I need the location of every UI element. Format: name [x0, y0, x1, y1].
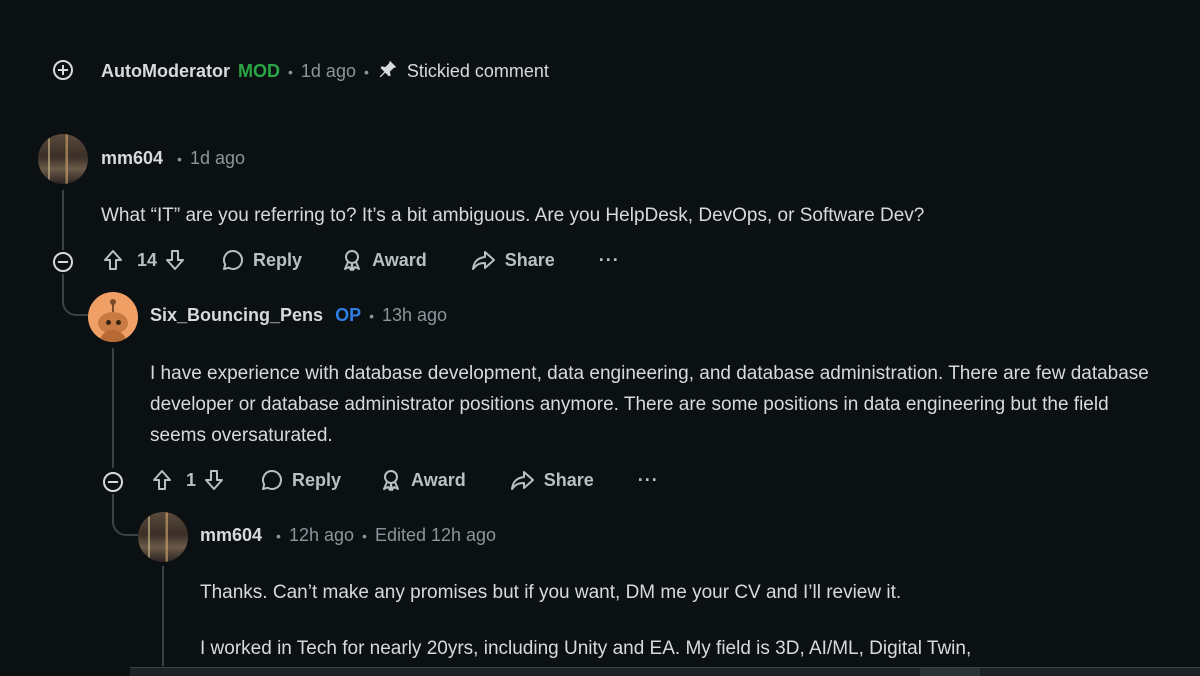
more-options-button[interactable]: ··· — [638, 470, 659, 491]
share-button[interactable]: Share — [510, 468, 594, 492]
snoo-antenna — [112, 302, 114, 312]
downvote-icon — [205, 470, 224, 490]
comment-bubble-icon — [262, 470, 282, 490]
more-options-button[interactable]: ··· — [599, 250, 620, 271]
downvote-icon — [166, 250, 185, 270]
separator-dot: • — [177, 150, 182, 167]
reply-button[interactable]: Reply — [260, 468, 341, 492]
minus-circle-icon — [108, 481, 118, 483]
share-button[interactable]: Share — [471, 248, 555, 272]
award-icon — [344, 250, 361, 271]
separator-dot: • — [288, 63, 293, 80]
vote-count: 14 — [137, 249, 158, 270]
comment-meta-c1: mm604 • 1d ago — [101, 148, 245, 169]
stickied-label: Stickied comment — [406, 61, 549, 81]
thread-line-c1[interactable] — [62, 190, 64, 250]
share-icon — [471, 251, 495, 270]
more-icon: ··· — [637, 469, 659, 490]
separator-dot: • — [276, 527, 281, 544]
username-link[interactable]: Six_Bouncing_Pens — [150, 305, 323, 326]
reply-label: Reply — [253, 249, 303, 270]
share-label: Share — [543, 469, 594, 490]
comment-body: I have experience with database developm… — [150, 363, 1149, 446]
mod-flair: MOD — [238, 61, 280, 81]
collapse-comment-button[interactable] — [103, 472, 123, 492]
comment-actions-c2: 1 Reply Award Share ··· — [150, 468, 659, 492]
award-button[interactable]: Award — [379, 468, 466, 492]
comment-meta-c3: mm604 • 12h ago • Edited 12h ago — [200, 525, 496, 546]
avatar[interactable] — [88, 292, 138, 342]
vote-count: 1 — [186, 469, 197, 490]
upvote-icon — [104, 250, 122, 270]
edited-label: Edited 12h ago — [374, 525, 497, 545]
award-label: Award — [411, 469, 466, 490]
comment-body-paragraph-2: I worked in Tech for nearly 20yrs, inclu… — [200, 638, 972, 659]
op-flair: OP — [335, 305, 362, 325]
downvote-button[interactable] — [163, 248, 187, 272]
timestamp[interactable]: 13h ago — [382, 305, 447, 326]
comment-actions-c1: 14 Reply Award Share ··· — [101, 248, 620, 272]
collapse-comment-button[interactable] — [53, 252, 73, 272]
award-icon — [383, 470, 400, 491]
comment-bubble-icon — [223, 250, 244, 270]
username-link[interactable]: mm604 — [101, 148, 163, 169]
share-label: Share — [504, 249, 555, 270]
thread-line-c2[interactable] — [112, 348, 114, 468]
avatar[interactable] — [38, 134, 88, 184]
avatar[interactable] — [138, 512, 188, 562]
downvote-button[interactable] — [202, 468, 226, 492]
share-icon — [510, 471, 534, 490]
upvote-button[interactable] — [150, 468, 174, 492]
separator-dot: • — [362, 527, 367, 544]
reply-button[interactable]: Reply — [221, 248, 302, 272]
separator-dot: • — [363, 63, 369, 80]
comment-meta-automod: AutoModerator MOD • 1d ago • Stickied co… — [101, 58, 549, 85]
upvote-icon — [153, 470, 171, 490]
minus-circle-icon — [58, 261, 68, 263]
separator-dot: • — [369, 307, 374, 324]
upvote-button[interactable] — [101, 248, 125, 272]
expand-comment-button[interactable] — [53, 60, 73, 80]
more-icon: ··· — [598, 249, 620, 270]
comment-body-paragraph-1: Thanks. Can’t make any promises but if y… — [200, 582, 902, 603]
timestamp[interactable]: 1d ago — [190, 148, 245, 169]
plus-circle-icon-stem — [62, 65, 64, 75]
timestamp[interactable]: 12h ago — [289, 525, 354, 546]
award-button[interactable]: Award — [340, 248, 427, 272]
comment-meta-c2: Six_Bouncing_Pens OP • 13h ago — [150, 305, 447, 326]
username-link[interactable]: mm604 — [200, 525, 262, 546]
reply-label: Reply — [292, 469, 342, 490]
username-link[interactable]: AutoModerator — [101, 61, 230, 82]
snoo-eye-right — [116, 320, 121, 325]
thread-elbow-c2 — [62, 274, 92, 316]
snoo-eye-left — [106, 320, 111, 325]
thread-line-c3[interactable] — [162, 566, 164, 666]
award-label: Award — [372, 249, 427, 270]
timestamp[interactable]: 1d ago — [301, 61, 356, 82]
comment-body: What “IT” are you referring to? It’s a b… — [101, 205, 925, 226]
pin-icon — [377, 58, 399, 85]
thread-elbow-c3 — [112, 494, 142, 536]
